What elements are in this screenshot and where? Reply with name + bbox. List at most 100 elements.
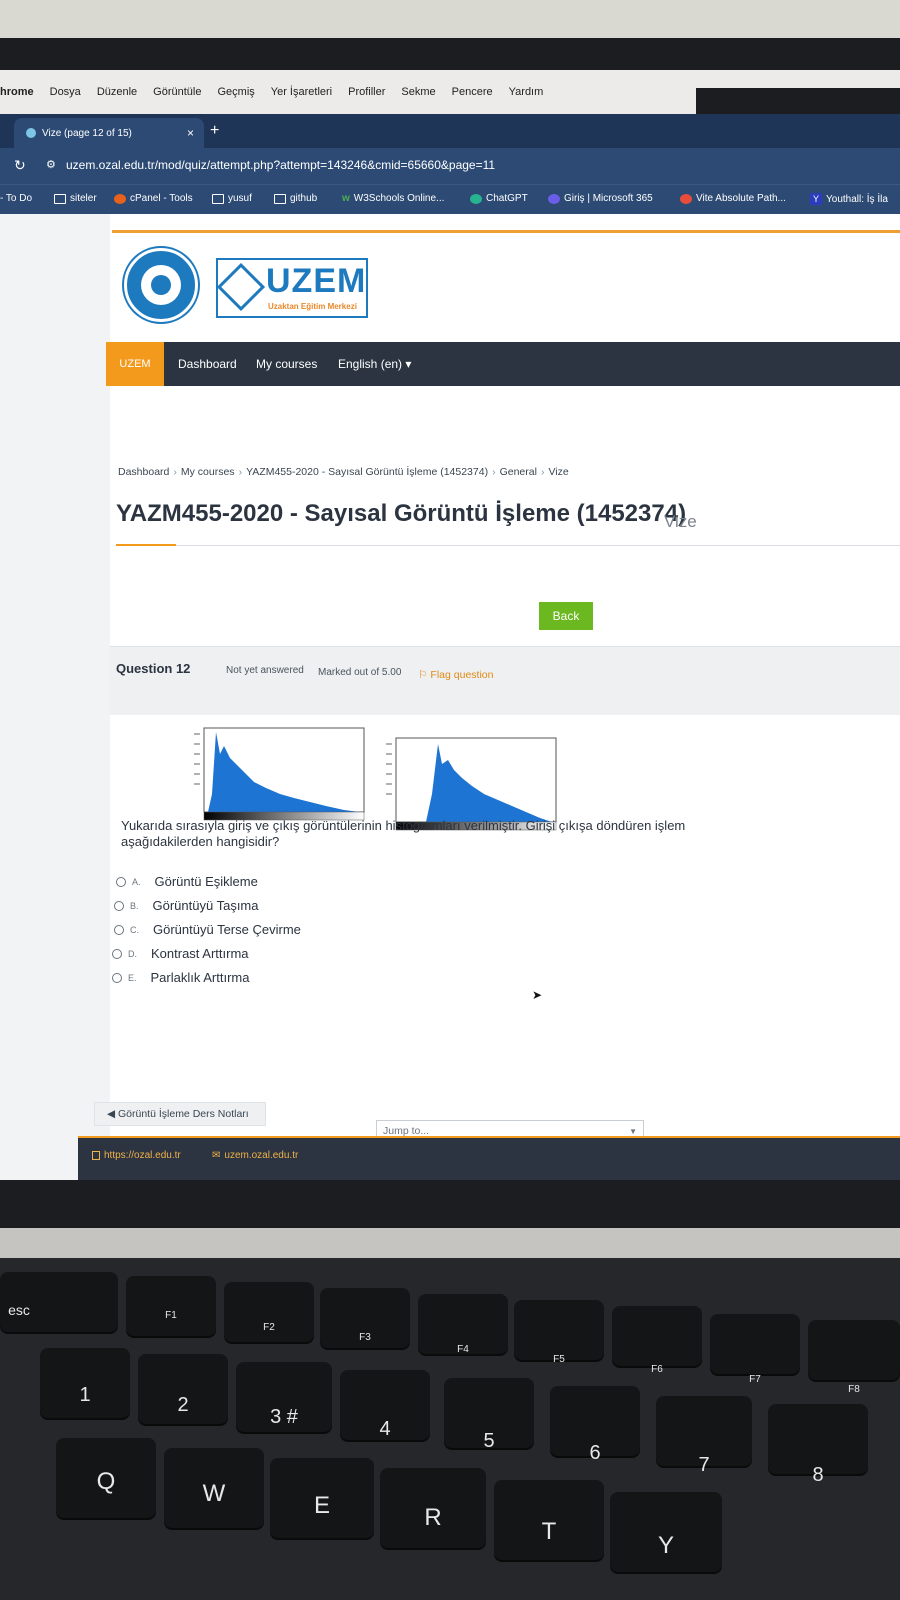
answer-letter: B.: [130, 900, 139, 911]
menu-item[interactable]: Geçmiş: [217, 86, 254, 98]
bookmark-github[interactable]: github: [274, 193, 317, 204]
answer-text: Görüntü Eşikleme: [154, 874, 258, 889]
footer-link-label: uzem.ozal.edu.tr: [224, 1150, 299, 1161]
radio-button[interactable]: [112, 972, 122, 983]
breadcrumb-general[interactable]: General: [500, 466, 537, 478]
key-label: F3: [359, 1332, 371, 1343]
key-f1[interactable]: F1: [126, 1276, 216, 1336]
bookmark-todo[interactable]: - To Do: [0, 193, 32, 204]
page-subtitle: Vize: [664, 512, 697, 531]
key-f4[interactable]: F4: [418, 1294, 508, 1355]
nav-my-courses[interactable]: My courses: [256, 357, 317, 371]
flag-question-button[interactable]: ⚐ Flag question: [418, 669, 493, 681]
breadcrumb-course[interactable]: YAZM455-2020 - Sayısal Görüntü İşleme (1…: [246, 466, 488, 478]
bookmark-label: Vite Absolute Path...: [696, 193, 786, 204]
key-r[interactable]: R: [380, 1468, 486, 1548]
tab-close-icon[interactable]: ×: [187, 126, 194, 140]
answer-text: Görüntüyü Taşıma: [152, 898, 259, 913]
new-tab-icon[interactable]: +: [210, 122, 219, 140]
menu-item[interactable]: Görüntüle: [153, 86, 201, 98]
radio-button[interactable]: [114, 900, 124, 911]
menu-item[interactable]: Yardım: [509, 86, 544, 98]
breadcrumb-vize[interactable]: Vize: [548, 466, 568, 478]
footer-link-uzem[interactable]: ✉ uzem.ozal.edu.tr: [212, 1150, 298, 1161]
breadcrumb-separator-icon: ›: [238, 466, 243, 478]
answer-option-d[interactable]: D. Kontrast Arttırma: [112, 946, 249, 961]
reload-icon[interactable]: ↻: [14, 157, 26, 174]
university-seal-logo[interactable]: [124, 248, 198, 322]
answer-option-c[interactable]: C. Görüntüyü Terse Çevirme: [114, 922, 301, 937]
bookmark-yusuf[interactable]: yusuf: [212, 193, 252, 204]
key-e[interactable]: E: [270, 1458, 374, 1538]
breadcrumb-separator-icon: ›: [540, 466, 545, 478]
breadcrumb-separator-icon: ›: [492, 466, 496, 478]
key-4[interactable]: 4: [340, 1370, 430, 1440]
key-label: F8: [848, 1384, 860, 1395]
answer-letter: D.: [128, 948, 137, 959]
menu-item[interactable]: Sekme: [401, 86, 435, 98]
key-3[interactable]: 3 #: [236, 1362, 332, 1432]
menu-item[interactable]: Dosya: [50, 86, 81, 98]
flag-label: Flag question: [430, 669, 494, 681]
chatgpt-icon: [470, 193, 482, 204]
key-esc[interactable]: esc: [0, 1272, 118, 1332]
key-8[interactable]: 8: [768, 1404, 868, 1486]
menu-item[interactable]: Profiller: [348, 86, 385, 98]
tab-title: Vize (page 12 of 15): [42, 127, 132, 139]
question-state: Not yet answered: [226, 665, 304, 676]
radio-button[interactable]: [116, 876, 126, 887]
key-label: T: [541, 1518, 557, 1545]
breadcrumb-dashboard[interactable]: Dashboard: [118, 466, 169, 478]
key-f8[interactable]: F8: [808, 1320, 900, 1395]
bookmark-microsoft365[interactable]: Giriş | Microsoft 365: [548, 193, 653, 204]
key-6[interactable]: 6: [550, 1386, 640, 1464]
key-2[interactable]: 2: [138, 1354, 228, 1424]
key-f7[interactable]: F7: [710, 1314, 800, 1385]
key-f3[interactable]: F3: [320, 1288, 410, 1348]
menu-app-name[interactable]: hrome: [0, 86, 34, 98]
nav-dashboard[interactable]: Dashboard: [178, 357, 237, 371]
back-button[interactable]: Back: [539, 602, 593, 630]
key-t[interactable]: T: [494, 1480, 604, 1560]
key-label: F4: [457, 1344, 469, 1355]
key-label: F1: [165, 1310, 177, 1321]
key-label: Q: [96, 1468, 116, 1495]
answer-option-a[interactable]: A. Görüntü Eşikleme: [116, 874, 258, 889]
key-1[interactable]: 1: [40, 1348, 130, 1418]
key-w[interactable]: W: [164, 1448, 264, 1528]
bookmark-youthall[interactable]: Y Youthall: İş İla: [810, 193, 888, 205]
menu-item[interactable]: Pencere: [452, 86, 493, 98]
bookmark-label: Youthall: İş İla: [826, 193, 888, 205]
key-label: 7: [698, 1454, 710, 1476]
breadcrumb-my-courses[interactable]: My courses: [181, 466, 235, 478]
menu-item[interactable]: Yer İşaretleri: [271, 86, 332, 98]
site-settings-icon[interactable]: ⚙: [46, 158, 56, 171]
folder-icon: [212, 193, 224, 204]
key-y[interactable]: Y: [610, 1492, 722, 1572]
key-f5[interactable]: F5: [514, 1300, 604, 1365]
menu-item[interactable]: Düzenle: [97, 86, 137, 98]
answer-option-b[interactable]: B. Görüntüyü Taşıma: [114, 898, 259, 913]
radio-button[interactable]: [114, 924, 124, 935]
key-q[interactable]: Q: [56, 1438, 156, 1518]
vite-icon: [680, 193, 692, 204]
bookmark-chatgpt[interactable]: ChatGPT: [470, 193, 528, 204]
address-bar[interactable]: uzem.ozal.edu.tr/mod/quiz/attempt.php?at…: [66, 158, 495, 172]
footer-link-ozal[interactable]: https://ozal.edu.tr: [92, 1150, 181, 1161]
browser-tab[interactable]: Vize (page 12 of 15) ×: [14, 118, 204, 148]
bookmark-w3schools[interactable]: w W3Schools Online...: [342, 193, 444, 204]
key-5[interactable]: 5: [444, 1378, 534, 1452]
key-7[interactable]: 7: [656, 1396, 752, 1476]
radio-button[interactable]: [112, 948, 122, 959]
bookmark-cpanel[interactable]: cPanel - Tools: [114, 193, 193, 204]
answer-option-e[interactable]: E. Parlaklık Arttırma: [112, 970, 249, 985]
uzem-logo[interactable]: UZEM Uzaktan Eğitim Merkezi: [216, 258, 368, 318]
bookmark-siteler[interactable]: siteler: [54, 193, 97, 204]
bookmark-vite[interactable]: Vite Absolute Path...: [680, 193, 786, 204]
key-f2[interactable]: F2: [224, 1282, 314, 1342]
key-f6[interactable]: F6: [612, 1306, 702, 1375]
language-menu[interactable]: English (en) ▾: [338, 357, 411, 371]
bookmark-label: yusuf: [228, 193, 252, 204]
previous-activity-link[interactable]: ◀ Görüntü İşleme Ders Notları: [94, 1102, 266, 1126]
nav-home[interactable]: UZEM: [106, 342, 164, 386]
